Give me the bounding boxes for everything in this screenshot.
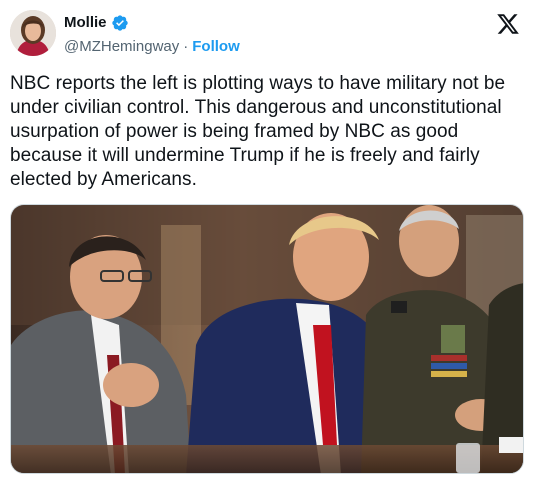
author-handle-row: @MZHemingway · Follow bbox=[64, 38, 240, 56]
tweet-photo[interactable] bbox=[10, 204, 524, 474]
verified-badge-icon bbox=[111, 14, 129, 32]
avatar[interactable] bbox=[10, 10, 56, 56]
follow-button[interactable]: Follow bbox=[192, 38, 240, 56]
tweet-card: Mollie @MZHemingway · Follow NBC reports… bbox=[0, 0, 534, 481]
author-handle[interactable]: @MZHemingway bbox=[64, 38, 179, 56]
tweet-text: NBC reports the left is plotting ways to… bbox=[10, 73, 506, 190]
x-logo-icon[interactable] bbox=[496, 12, 520, 36]
separator-dot: · bbox=[183, 38, 189, 55]
author-name-row: Mollie bbox=[64, 14, 129, 32]
author-display-name[interactable]: Mollie bbox=[64, 14, 107, 32]
